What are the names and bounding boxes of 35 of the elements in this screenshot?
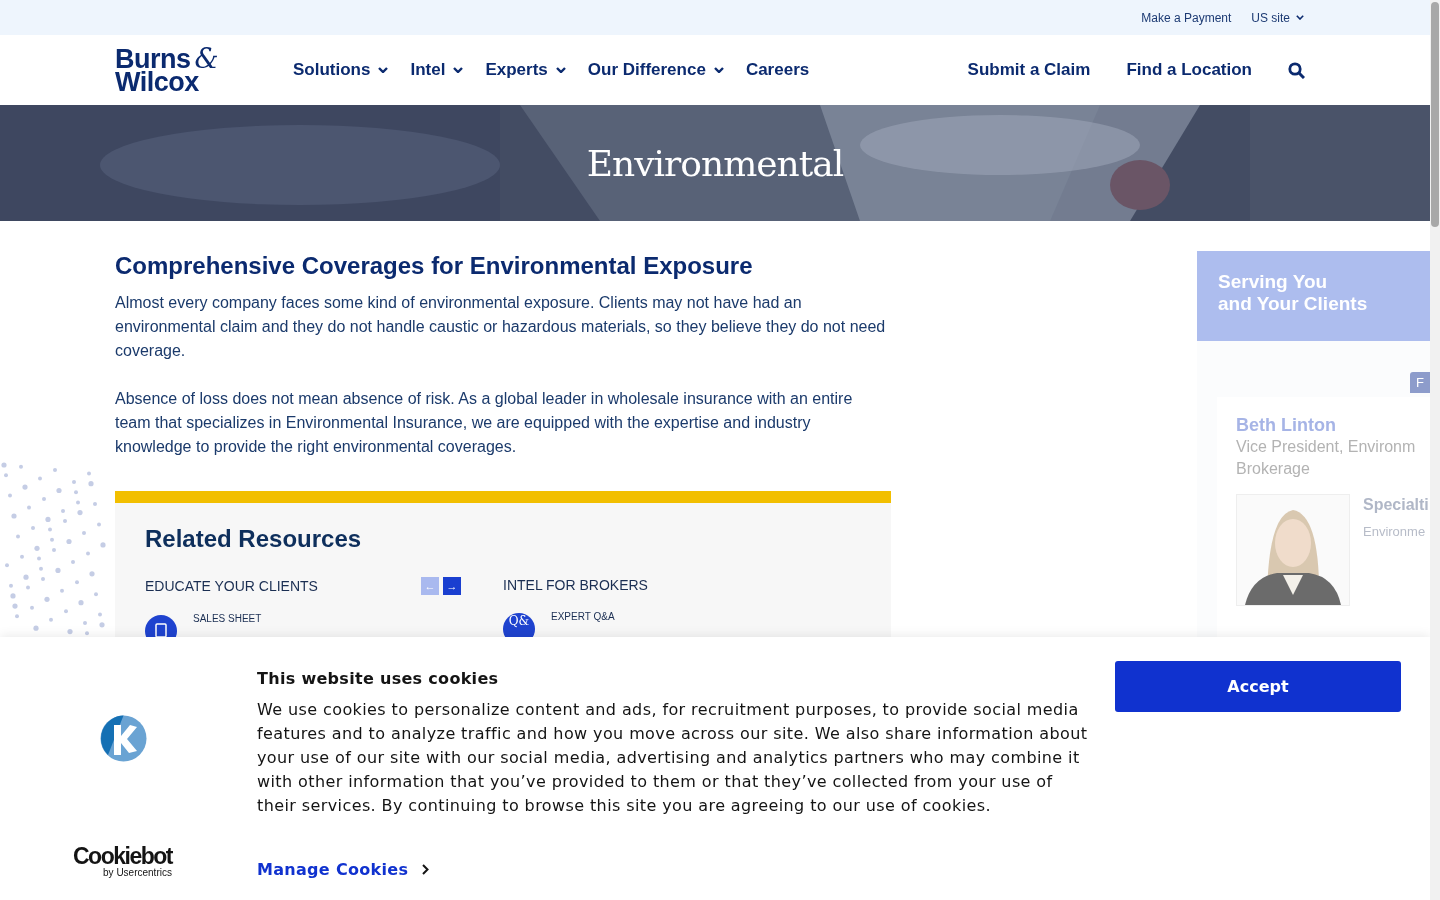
search-icon[interactable] [1288,61,1305,79]
logo[interactable]: Burns& Wilcox [115,46,293,94]
specialties-label: Specialti [1363,496,1429,514]
header-link[interactable]: Find a Location [1126,60,1252,80]
top-link[interactable]: Make a Payment [1141,10,1232,25]
nav-item[interactable]: Our Difference [587,60,724,80]
banner-text: We use cookies to personalize content and ads, for recruitment purposes, to provide social media features and to analyze traffic and how you move across our site. We also share information about your use of our site with our social media, advertising and analytics partners who may combine it with other information that you’ve provided to them or that they’ve collected from your use of their services. By continuing to browse this site you are agreeing to our use of cookies. [257,699,1089,817]
page-title: Environmental [586,142,844,184]
sidebar-title: Serving You and Your Clients [1197,251,1430,341]
top-link[interactable]: US site [1251,10,1304,25]
accept-button[interactable]: Accept [1115,661,1401,712]
manage-cookies-link[interactable]: Manage Cookies [257,860,430,879]
logo-icon [100,715,147,762]
nav-item[interactable]: Intel [410,60,464,80]
scrollbar[interactable] [1430,0,1440,900]
paragraph: Absence of loss does not mean absence of risk. As a global leader in wholesale insurance with an entire team that specializes in Environmental Insurance, we are equipped with the expertise and industry knowledge to provide the right environmental coverages. [115,389,854,457]
nav-item[interactable]: Solutions [293,60,389,80]
nav-item[interactable]: Experts [485,60,566,80]
column-heading: INTEL FOR BROKERS [503,577,648,593]
paragraph: Almost every company faces some kind of environmental exposure. Clients may not have had an environmental claim and they do not handle caustic or hazardous materials, so they believe they do not need coverage. [115,293,887,361]
brand-logo: Cookiebot by Usercentrics [73,845,172,878]
banner-title: This website uses cookies [257,669,500,688]
specialty: Environme [1363,524,1427,539]
header-link[interactable]: Submit a Claim [967,60,1091,80]
expert-title: Vice President, Environm [1236,437,1417,457]
resource-type: EXPERT Q&A [551,611,615,624]
card-title: Related Resources [145,525,363,553]
carousel-arrow-button[interactable]: → [443,577,461,595]
resource-type: SALES SHEET [193,613,262,626]
column-heading: EDUCATE YOUR CLIENTS [145,578,318,594]
nav-item[interactable]: Careers [745,60,810,80]
tag: F [1410,372,1430,393]
chevron-right-icon [422,864,430,875]
expert-title: Brokerage [1236,459,1311,479]
section-heading: Comprehensive Coverages for Environmental Exposure [115,251,754,281]
